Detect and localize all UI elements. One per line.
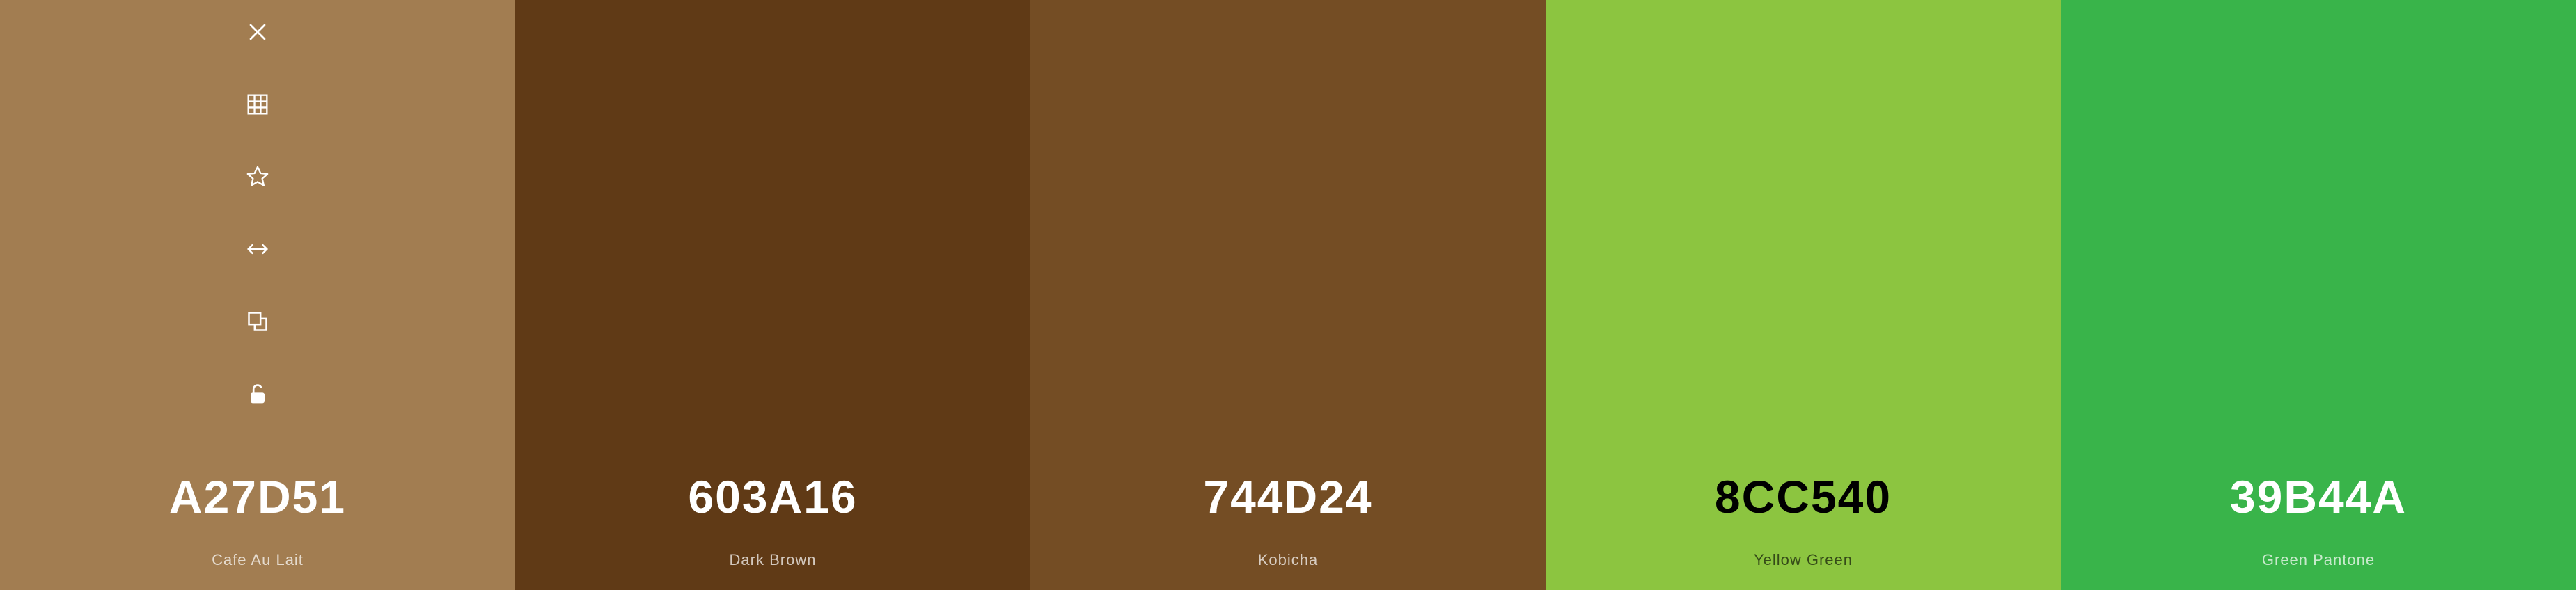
swatch-toolbar	[0, 11, 515, 445]
hex-code[interactable]: 39B44A	[2061, 468, 2576, 526]
color-name[interactable]: Kobicha	[1030, 550, 1546, 571]
close-icon	[244, 18, 272, 46]
star-icon	[244, 163, 272, 191]
copy-button[interactable]	[237, 301, 278, 342]
swatch-5[interactable]: 39B44A Green Pantone	[2061, 0, 2576, 590]
color-name[interactable]: Green Pantone	[2061, 550, 2576, 571]
swatch-3[interactable]: 744D24 Kobicha	[1030, 0, 1546, 590]
hex-code[interactable]: 744D24	[1030, 468, 1546, 526]
swatch-1[interactable]: A27D51 Cafe Au Lait	[0, 0, 515, 590]
color-name[interactable]: Dark Brown	[515, 550, 1030, 571]
color-name[interactable]: Yellow Green	[1546, 550, 2061, 571]
hex-code[interactable]: 603A16	[515, 468, 1030, 526]
grid-icon	[244, 90, 272, 118]
hex-code[interactable]: A27D51	[0, 468, 515, 526]
close-button[interactable]	[237, 11, 278, 53]
arrows-horizontal-icon	[244, 235, 272, 263]
color-name[interactable]: Cafe Au Lait	[0, 550, 515, 571]
hex-code[interactable]: 8CC540	[1546, 468, 2061, 526]
lock-button[interactable]	[237, 373, 278, 415]
drag-button[interactable]	[237, 228, 278, 270]
swatch-4[interactable]: 8CC540 Yellow Green	[1546, 0, 2061, 590]
swatch-2[interactable]: 603A16 Dark Brown	[515, 0, 1030, 590]
favorite-button[interactable]	[237, 156, 278, 198]
color-palette: A27D51 Cafe Au Lait 603A16 Dark Brown 74…	[0, 0, 2576, 590]
copy-icon	[244, 308, 272, 335]
unlock-icon	[244, 380, 272, 408]
view-shades-button[interactable]	[237, 83, 278, 125]
